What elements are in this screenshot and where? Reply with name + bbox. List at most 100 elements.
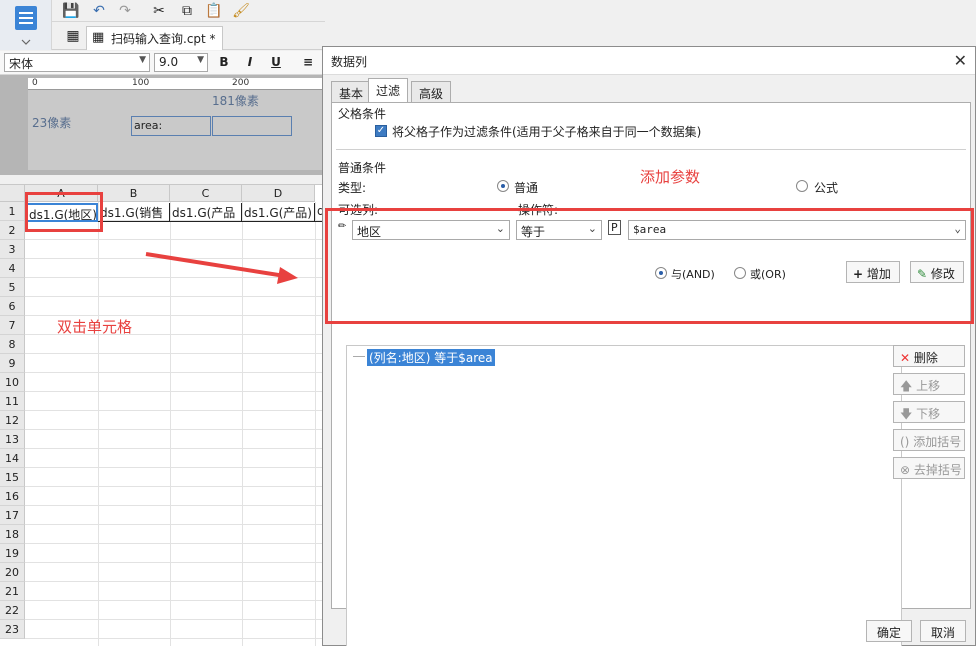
column-header[interactable]: C — [170, 185, 242, 202]
row-gridline — [25, 239, 325, 240]
form-preview: 181像素 23像素 area: — [28, 90, 325, 170]
type-formula-radio[interactable] — [796, 180, 808, 192]
cut-icon[interactable]: ✂ — [150, 2, 168, 20]
move-down-label: 下移 — [916, 407, 941, 421]
column-header[interactable]: B — [98, 185, 170, 202]
type-normal-label: 普通 — [514, 181, 539, 195]
delete-button[interactable]: ✕ 删除 — [893, 345, 965, 367]
row-header[interactable]: 7 — [0, 316, 25, 335]
grid-cell[interactable]: ds1.G(产品) — [242, 203, 315, 222]
undo-icon[interactable]: ↶ — [90, 2, 108, 20]
row-header[interactable]: 22 — [0, 601, 25, 620]
document-tab-label: 扫码输入查询.cpt * — [111, 32, 216, 46]
row-gridline — [25, 505, 325, 506]
width-px-label: 181像素 — [212, 94, 259, 108]
ruler-tick: 100 — [132, 78, 150, 88]
font-size-select[interactable]: 9.0 ▼ — [154, 53, 208, 72]
move-up-button[interactable]: 🡅 上移 — [893, 373, 965, 395]
row-header[interactable]: 17 — [0, 506, 25, 525]
add-bracket-label: 添加括号 — [913, 435, 962, 449]
param-label-text: area: — [134, 119, 163, 132]
row-gridline — [25, 562, 325, 563]
row-header[interactable]: 18 — [0, 525, 25, 544]
condition-tree[interactable]: (列名:地区) 等于$area — [346, 345, 902, 646]
row-header[interactable]: 11 — [0, 392, 25, 411]
row-header[interactable]: 1 — [0, 202, 25, 221]
format-painter-icon[interactable]: 🖌 — [232, 2, 250, 20]
param-input-widget[interactable] — [212, 116, 292, 136]
redo-icon[interactable]: ↷ — [116, 2, 134, 20]
row-header[interactable]: 2 — [0, 221, 25, 240]
type-normal-radio[interactable] — [497, 180, 509, 192]
document-tab[interactable]: ▦ 扫码输入查询.cpt * — [86, 26, 223, 50]
row-header[interactable]: 19 — [0, 544, 25, 563]
save-icon[interactable]: 💾 — [62, 2, 80, 20]
grid-cell[interactable]: ds1.G(产品 — [170, 203, 242, 222]
row-gridline — [25, 619, 325, 620]
ok-button[interactable]: 确定 — [866, 620, 912, 642]
cancel-button[interactable]: 取消 — [920, 620, 966, 642]
dialog-title-bar: 数据列 ✕ — [323, 47, 975, 75]
row-gridline — [25, 524, 325, 525]
row-header[interactable]: 4 — [0, 259, 25, 278]
dialog-title: 数据列 — [331, 55, 368, 69]
grid-cell[interactable]: ds1.G(销售 — [98, 203, 170, 222]
tree-connector — [353, 356, 365, 357]
italic-button[interactable]: I — [242, 55, 258, 71]
column-header[interactable]: D — [242, 185, 315, 202]
copy-icon[interactable]: ⧉ — [178, 2, 196, 20]
parent-filter-checkbox[interactable]: ✓ — [375, 125, 387, 137]
row-header[interactable]: 10 — [0, 373, 25, 392]
row-header[interactable]: 5 — [0, 278, 25, 297]
row-gridline — [25, 410, 325, 411]
divider — [336, 149, 966, 150]
parent-condition-label: 父格条件 — [338, 107, 387, 121]
row-header[interactable]: 21 — [0, 582, 25, 601]
row-gridline — [25, 467, 325, 468]
row-header[interactable]: 16 — [0, 487, 25, 506]
font-size-value: 9.0 — [159, 55, 179, 69]
font-family-select[interactable]: 宋体 ▼ — [4, 53, 150, 72]
row-header[interactable]: 15 — [0, 468, 25, 487]
chevron-down-icon: ▼ — [139, 55, 146, 65]
bold-button[interactable]: B — [216, 55, 232, 71]
grid-corner[interactable] — [0, 185, 25, 202]
paste-icon[interactable]: 📋 — [205, 2, 223, 20]
row-header[interactable]: 6 — [0, 297, 25, 316]
row-header[interactable]: 13 — [0, 430, 25, 449]
row-header[interactable]: 20 — [0, 563, 25, 582]
tab-basic[interactable]: 基本 — [331, 81, 372, 102]
font-family-value: 宋体 — [9, 57, 34, 71]
row-gridline — [25, 638, 325, 639]
move-down-button[interactable]: 🡇 下移 — [893, 401, 965, 423]
remove-bracket-label: 去掉括号 — [913, 463, 962, 477]
tab-filter[interactable]: 过滤 — [368, 78, 409, 103]
row-header[interactable]: 23 — [0, 620, 25, 639]
column-gridline — [98, 202, 99, 646]
row-header[interactable]: 3 — [0, 240, 25, 259]
horizontal-ruler: 0 100 200 — [28, 78, 325, 90]
row-gridline — [25, 543, 325, 544]
add-bracket-button[interactable]: () 添加括号 — [893, 429, 965, 451]
row-header[interactable]: 8 — [0, 335, 25, 354]
row-header[interactable]: 12 — [0, 411, 25, 430]
arrow-down-icon: 🡇 — [900, 407, 913, 421]
remove-bracket-button[interactable]: ⊗ 去掉括号 — [893, 457, 965, 479]
param-label-widget[interactable]: area: — [131, 116, 211, 136]
row-gridline — [25, 372, 325, 373]
annotation-arrow — [145, 252, 298, 284]
grid-toggle-icon[interactable]: ▦ — [64, 27, 82, 45]
underline-button[interactable]: U — [268, 55, 284, 71]
align-left-icon[interactable]: ≡ — [300, 55, 316, 71]
row-header[interactable]: 14 — [0, 449, 25, 468]
close-icon[interactable]: ✕ — [954, 51, 967, 70]
highlight-box-add-param — [325, 208, 974, 324]
app-logo[interactable] — [0, 0, 52, 50]
annotation-add-param: 添加参数 — [640, 168, 701, 186]
document-tab-bar: ▦ ▦ 扫码输入查询.cpt * — [52, 22, 325, 50]
tab-advanced[interactable]: 高级 — [411, 81, 452, 102]
row-header[interactable]: 9 — [0, 354, 25, 373]
height-px-label: 23像素 — [32, 116, 72, 130]
bracket-icon: () — [900, 435, 910, 449]
condition-item[interactable]: (列名:地区) 等于$area — [367, 349, 495, 366]
